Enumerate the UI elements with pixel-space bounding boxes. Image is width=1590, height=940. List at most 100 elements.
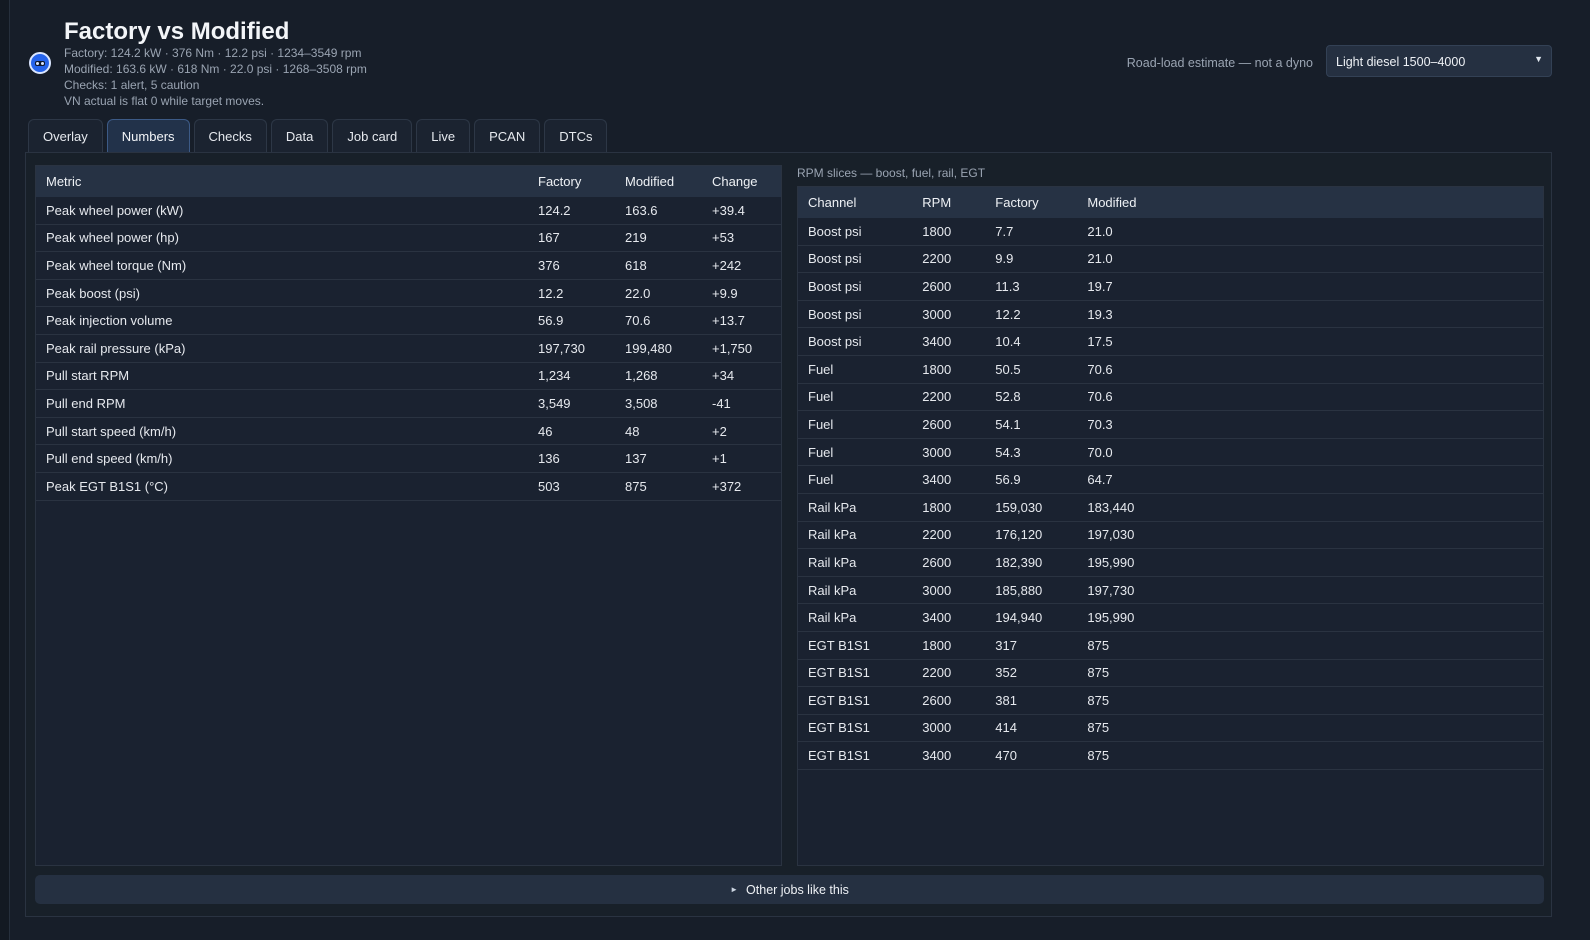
- table-cell: 194,940: [985, 603, 1078, 632]
- table-cell: 195,990: [1077, 603, 1543, 632]
- slices-card: Channel RPM Factory Modified Boost psi 1800 7…: [797, 186, 1544, 866]
- table-cell: 875: [1077, 631, 1543, 660]
- metrics-header-factory: Factory: [528, 166, 615, 197]
- chevron-down-icon: ▼: [1534, 54, 1543, 64]
- tab-job-card[interactable]: Job card: [332, 119, 413, 152]
- tab-checks[interactable]: Checks: [193, 119, 267, 152]
- table-cell: 70.3: [1077, 410, 1543, 439]
- table-cell: 875: [1077, 741, 1543, 770]
- tab-numbers[interactable]: Numbers: [106, 119, 190, 152]
- table-row: Peak rail pressure (kPa) 197,730 199,480 +1…: [36, 334, 781, 363]
- table-cell: 2200: [912, 245, 986, 274]
- table-row: Fuel 3400 56.9 64.7: [798, 465, 1543, 494]
- table-cell: 56.9: [985, 465, 1078, 494]
- table-cell: 3000: [912, 438, 986, 467]
- table-cell: Peak wheel power (kW): [36, 197, 528, 225]
- table-cell: Pull end speed (km/h): [36, 444, 528, 473]
- tab-data[interactable]: Data: [270, 119, 329, 152]
- table-row: EGT B1S1 1800 317 875: [798, 631, 1543, 660]
- tab-dtcs[interactable]: DTCs: [544, 119, 608, 152]
- other-jobs-toggle[interactable]: ► Other jobs like this: [35, 875, 1544, 904]
- table-cell: 381: [985, 686, 1078, 715]
- table-row: EGT B1S1 3400 470 875: [798, 741, 1543, 770]
- tab-overlay[interactable]: Overlay: [28, 119, 103, 152]
- table-row: Fuel 2600 54.1 70.3: [798, 410, 1543, 439]
- table-cell: Fuel: [798, 465, 913, 494]
- slices-table: Channel RPM Factory Modified Boost psi 1800 7…: [798, 187, 1543, 770]
- table-cell: Fuel: [798, 383, 913, 412]
- table-cell: Boost psi: [798, 245, 913, 274]
- table-cell: 197,730: [1077, 576, 1543, 605]
- table-cell: 176,120: [985, 521, 1078, 550]
- metrics-header-row: Metric Factory Modified Change: [36, 166, 781, 197]
- page-header: Factory vs Modified Factory: 124.2 kW · …: [26, 14, 1566, 114]
- table-row: Boost psi 2600 11.3 19.7: [798, 272, 1543, 301]
- tab-pcan[interactable]: PCAN: [474, 119, 541, 152]
- table-row: Boost psi 2200 9.9 21.0: [798, 245, 1543, 274]
- table-cell: 7.7: [985, 218, 1078, 246]
- profile-select[interactable]: Light diesel 1500–4000 ▼: [1326, 45, 1552, 77]
- table-cell: Fuel: [798, 355, 913, 384]
- table-cell: 2600: [912, 548, 986, 577]
- table-cell: +242: [702, 251, 781, 280]
- table-cell: EGT B1S1: [798, 686, 913, 715]
- table-cell: 167: [528, 224, 615, 253]
- numbers-panel: Metric Factory Modified Change Peak wheel p…: [25, 152, 1552, 917]
- table-row: Peak injection volume 56.9 70.6 +13.7: [36, 306, 781, 335]
- table-cell: 9.9: [985, 245, 1078, 274]
- table-cell: +13.7: [702, 306, 781, 335]
- table-cell: 618: [615, 251, 702, 280]
- table-row: Pull start speed (km/h) 46 48 +2: [36, 417, 781, 446]
- tab-bar: Overlay Numbers Checks Data Job card Live PCAN…: [28, 119, 608, 153]
- table-cell: Boost psi: [798, 272, 913, 301]
- table-cell: Rail kPa: [798, 576, 913, 605]
- table-row: Pull end RPM 3,549 3,508 -41: [36, 389, 781, 418]
- other-jobs-label: Other jobs like this: [746, 882, 849, 897]
- table-row: Peak wheel power (kW) 124.2 163.6 +39.4: [36, 197, 781, 225]
- table-cell: 50.5: [985, 355, 1078, 384]
- table-row: Peak wheel power (hp) 167 219 +53: [36, 224, 781, 253]
- table-cell: 185,880: [985, 576, 1078, 605]
- table-row: Peak boost (psi) 12.2 22.0 +9.9: [36, 279, 781, 308]
- table-cell: 352: [985, 659, 1078, 688]
- table-cell: Pull start speed (km/h): [36, 417, 528, 446]
- table-cell: Pull start RPM: [36, 362, 528, 391]
- table-cell: 1800: [912, 631, 986, 660]
- table-cell: 2600: [912, 272, 986, 301]
- table-row: Rail kPa 3400 194,940 195,990: [798, 603, 1543, 632]
- app-logo-icon: [29, 52, 51, 74]
- table-cell: 1800: [912, 493, 986, 522]
- checks-summary: Checks: 1 alert, 5 caution: [64, 78, 200, 92]
- table-cell: Peak wheel power (hp): [36, 224, 528, 253]
- table-cell: +34: [702, 362, 781, 391]
- table-row: EGT B1S1 2600 381 875: [798, 686, 1543, 715]
- tab-live[interactable]: Live: [416, 119, 471, 152]
- table-row: Pull end speed (km/h) 136 137 +1: [36, 444, 781, 473]
- table-cell: 19.3: [1077, 300, 1543, 329]
- table-cell: 503: [528, 472, 615, 501]
- table-row: Rail kPa 2600 182,390 195,990: [798, 548, 1543, 577]
- table-cell: 52.8: [985, 383, 1078, 412]
- table-cell: 219: [615, 224, 702, 253]
- metrics-card: Metric Factory Modified Change Peak wheel p…: [35, 165, 782, 866]
- table-cell: 1800: [912, 218, 986, 246]
- table-cell: 2200: [912, 383, 986, 412]
- table-cell: 124.2: [528, 197, 615, 225]
- table-cell: +9.9: [702, 279, 781, 308]
- table-cell: 183,440: [1077, 493, 1543, 522]
- table-cell: Fuel: [798, 410, 913, 439]
- table-cell: Pull end RPM: [36, 389, 528, 418]
- table-row: EGT B1S1 2200 352 875: [798, 659, 1543, 688]
- table-cell: 12.2: [985, 300, 1078, 329]
- slices-header-channel: Channel: [798, 187, 913, 218]
- table-cell: EGT B1S1: [798, 659, 913, 688]
- table-cell: 3000: [912, 576, 986, 605]
- factory-summary: Factory: 124.2 kW · 376 Nm · 12.2 psi · …: [64, 46, 362, 60]
- table-cell: Rail kPa: [798, 548, 913, 577]
- app-window: Factory vs Modified Factory: 124.2 kW · …: [0, 0, 1590, 940]
- table-cell: Rail kPa: [798, 603, 913, 632]
- table-cell: 414: [985, 714, 1078, 743]
- table-cell: 3,549: [528, 389, 615, 418]
- table-cell: 70.6: [1077, 355, 1543, 384]
- table-cell: 3400: [912, 603, 986, 632]
